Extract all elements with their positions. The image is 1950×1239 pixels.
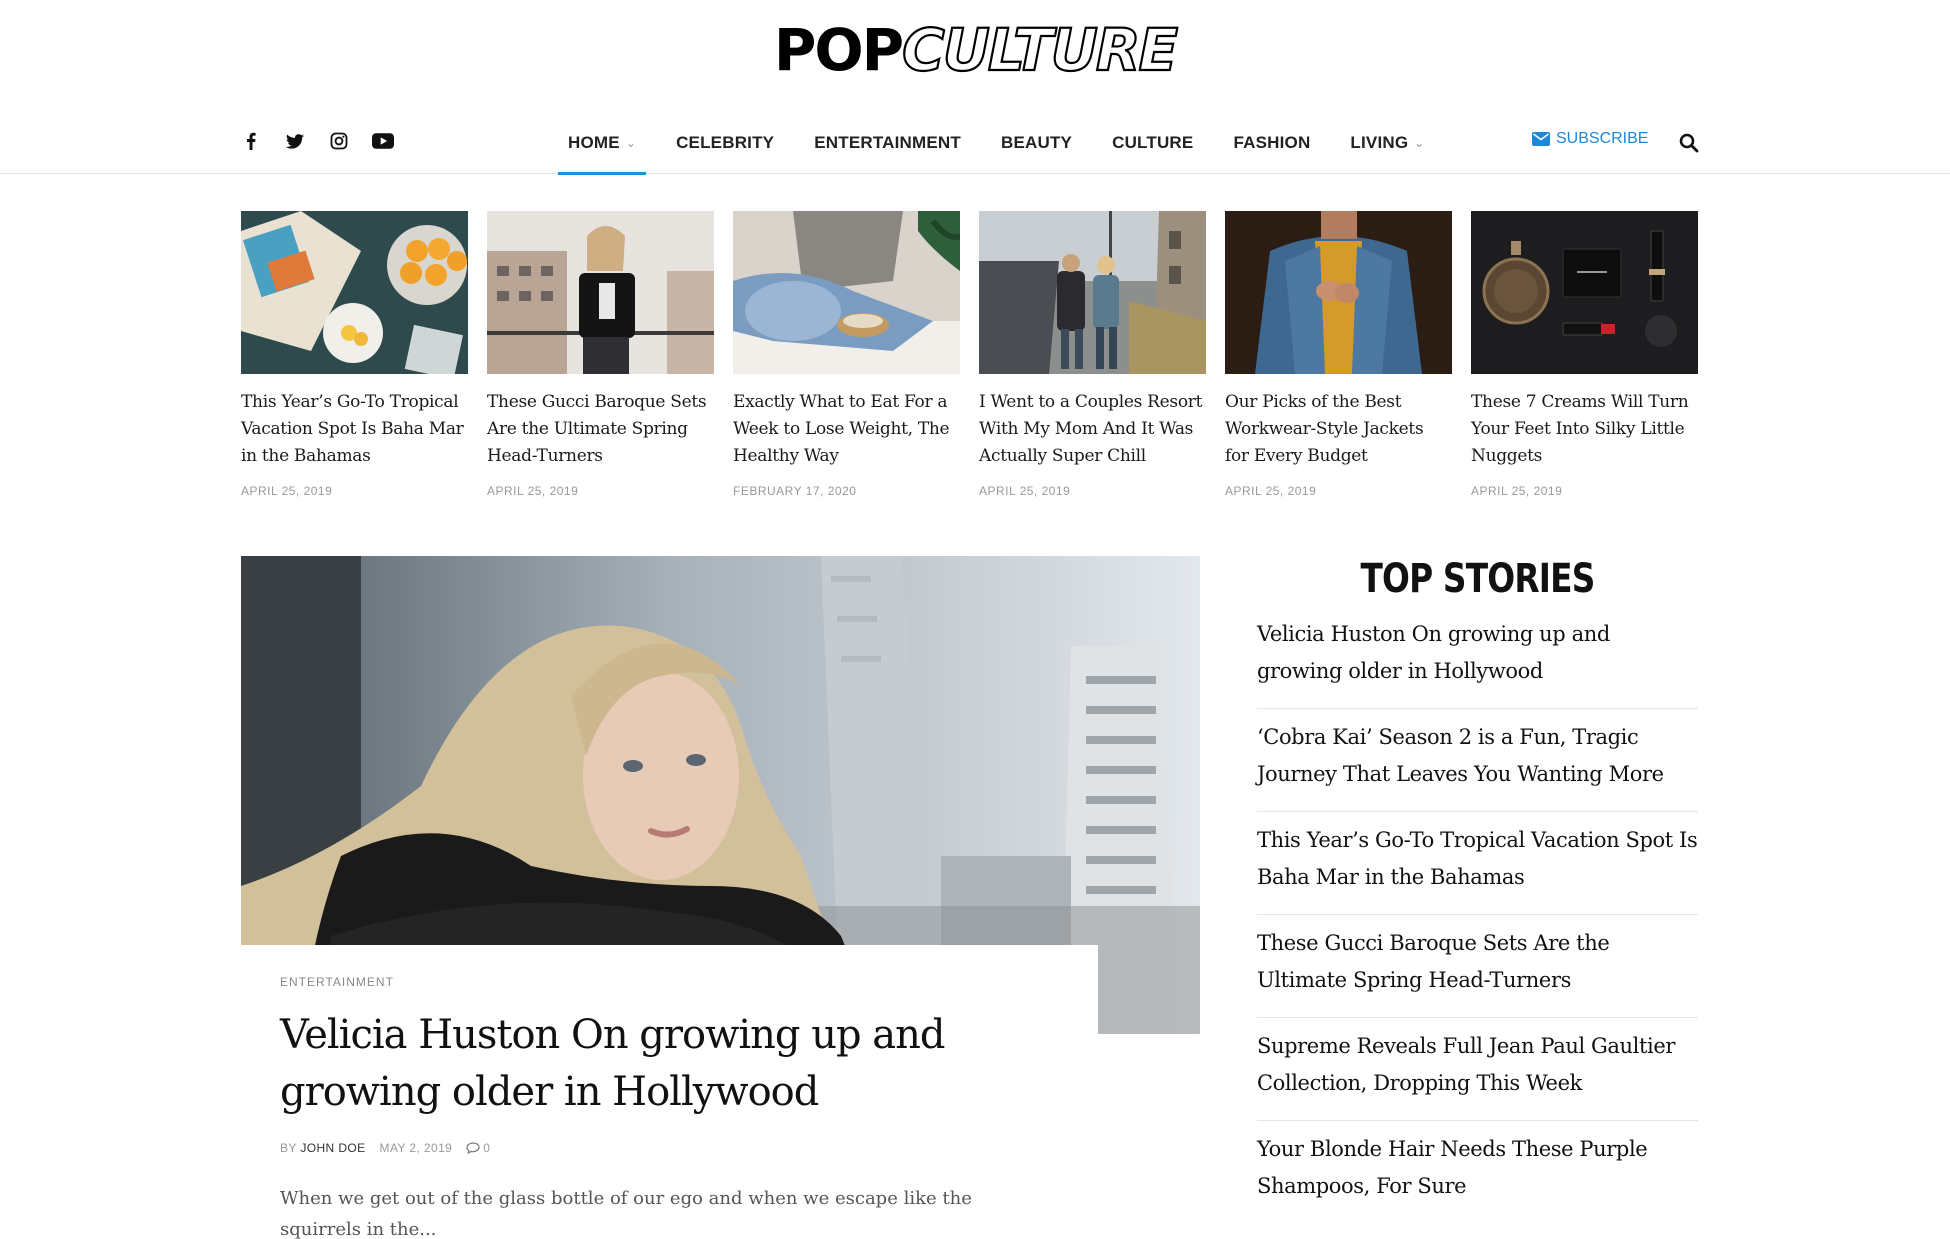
comment-icon <box>466 1142 480 1154</box>
top-story-item[interactable]: These Gucci Baroque Sets Are the Ultimat… <box>1257 915 1698 1018</box>
thumbnail-title[interactable]: Our Picks of the Best Workwear-Style Jac… <box>1225 389 1452 470</box>
featured-author-wrap: BY JOHN DOE <box>280 1141 366 1155</box>
featured-title[interactable]: Velicia Huston On growing up and growing… <box>280 1007 1058 1121</box>
logo-culture-text: CULTURE <box>901 16 1179 84</box>
nav-item-culture[interactable]: CULTURE <box>1092 112 1213 174</box>
top-story-item[interactable]: This Year’s Go-To Tropical Vacation Spot… <box>1257 812 1698 915</box>
thumbnail-image-cosmetics[interactable] <box>1471 211 1698 374</box>
search-button[interactable] <box>1676 130 1702 156</box>
thumbnail-date: APRIL 25, 2019 <box>487 484 579 498</box>
nav-item-fashion[interactable]: FASHION <box>1213 112 1330 174</box>
thumbnail-post[interactable]: This Year’s Go-To Tropical Vacation Spot… <box>241 211 468 498</box>
nav-item-beauty[interactable]: BEAUTY <box>981 112 1092 174</box>
facebook-icon[interactable] <box>240 130 262 152</box>
chevron-down-icon: ⌄ <box>1414 136 1425 150</box>
nav-item-living[interactable]: LIVING ⌄ <box>1330 112 1444 174</box>
thumbnail-title[interactable]: I Went to a Couples Resort With My Mom A… <box>979 389 1206 470</box>
nav-item-label: HOME <box>568 133 620 152</box>
instagram-icon[interactable] <box>328 130 350 152</box>
logo-pop-text: POP <box>773 16 904 84</box>
featured-post-card: ENTERTAINMENT Velicia Huston On growing … <box>241 945 1098 1239</box>
nav-item-label: LIVING <box>1350 133 1409 152</box>
by-label: BY <box>280 1141 297 1155</box>
thumbnail-post[interactable]: I Went to a Couples Resort With My Mom A… <box>979 211 1206 498</box>
thumbnail-image-denim-jacket[interactable] <box>1225 211 1452 374</box>
primary-menu: HOME ⌄ CELEBRITY ENTERTAINMENT BEAUTY CUL… <box>548 112 1445 175</box>
comment-count: 0 <box>483 1141 491 1155</box>
featured-meta: BY JOHN DOE MAY 2, 2019 0 <box>280 1141 1058 1155</box>
thumbnail-date: APRIL 25, 2019 <box>1471 484 1563 498</box>
top-stories-list: Velicia Huston On growing up and growing… <box>1257 616 1698 1224</box>
site-logo[interactable]: POPCULTURE <box>0 20 1950 80</box>
top-stories-heading: TOP STORIES <box>1360 556 1595 602</box>
subscribe-button[interactable]: SUBSCRIBE <box>1532 130 1648 148</box>
envelope-icon <box>1532 132 1550 146</box>
main-navbar: HOME ⌄ CELEBRITY ENTERTAINMENT BEAUTY CUL… <box>0 112 1950 175</box>
nav-item-label: BEAUTY <box>1001 133 1073 152</box>
thumbnail-date: FEBRUARY 17, 2020 <box>733 484 857 498</box>
thumbnail-image-woman-rooftop[interactable] <box>487 211 714 374</box>
youtube-icon[interactable] <box>372 130 394 152</box>
subscribe-label: SUBSCRIBE <box>1556 130 1649 147</box>
nav-item-entertainment[interactable]: ENTERTAINMENT <box>794 112 981 174</box>
thumbnail-date: APRIL 25, 2019 <box>979 484 1071 498</box>
top-story-item[interactable]: ‘Cobra Kai’ Season 2 is a Fun, Tragic Jo… <box>1257 709 1698 812</box>
nav-item-label: FASHION <box>1233 133 1311 152</box>
featured-comments[interactable]: 0 <box>466 1141 490 1155</box>
top-story-item[interactable]: Your Blonde Hair Needs These Purple Sham… <box>1257 1121 1698 1224</box>
nav-item-label: ENTERTAINMENT <box>814 133 961 152</box>
top-story-item[interactable]: Velicia Huston On growing up and growing… <box>1257 616 1698 709</box>
thumbnail-title[interactable]: These Gucci Baroque Sets Are the Ultimat… <box>487 389 714 470</box>
featured-author[interactable]: JOHN DOE <box>300 1141 365 1155</box>
thumbnail-title[interactable]: These 7 Creams Will Turn Your Feet Into … <box>1471 389 1698 470</box>
thumbnail-image-couple-walking[interactable] <box>979 211 1206 374</box>
featured-date: MAY 2, 2019 <box>379 1141 453 1155</box>
nav-item-celebrity[interactable]: CELEBRITY <box>656 112 794 174</box>
top-stories-widget: TOP STORIES Velicia Huston On growing up… <box>1257 556 1698 1224</box>
thumbnail-post[interactable]: Exactly What to Eat For a Week to Lose W… <box>733 211 960 498</box>
thumbnail-image-breakfast[interactable] <box>241 211 468 374</box>
thumbnail-post[interactable]: These 7 Creams Will Turn Your Feet Into … <box>1471 211 1698 498</box>
twitter-icon[interactable] <box>284 130 306 152</box>
nav-item-home[interactable]: HOME ⌄ <box>548 112 656 175</box>
search-icon <box>1679 133 1699 153</box>
thumbnail-date: APRIL 25, 2019 <box>1225 484 1317 498</box>
thumbnail-title[interactable]: Exactly What to Eat For a Week to Lose W… <box>733 389 960 470</box>
trending-posts-row: This Year’s Go-To Tropical Vacation Spot… <box>241 211 1698 498</box>
nav-item-label: CULTURE <box>1112 133 1194 152</box>
nav-item-label: CELEBRITY <box>676 133 775 152</box>
featured-excerpt: When we get out of the glass bottle of o… <box>280 1188 972 1239</box>
top-story-item[interactable]: Supreme Reveals Full Jean Paul Gaultier … <box>1257 1018 1698 1121</box>
thumbnail-image-healthy-bowl[interactable] <box>733 211 960 374</box>
chevron-down-icon: ⌄ <box>625 136 637 150</box>
thumbnail-title[interactable]: This Year’s Go-To Tropical Vacation Spot… <box>241 389 468 470</box>
thumbnail-date: APRIL 25, 2019 <box>241 484 333 498</box>
thumbnail-post[interactable]: Our Picks of the Best Workwear-Style Jac… <box>1225 211 1452 498</box>
thumbnail-post[interactable]: These Gucci Baroque Sets Are the Ultimat… <box>487 211 714 498</box>
featured-category[interactable]: ENTERTAINMENT <box>280 975 1058 989</box>
social-links <box>240 130 394 152</box>
